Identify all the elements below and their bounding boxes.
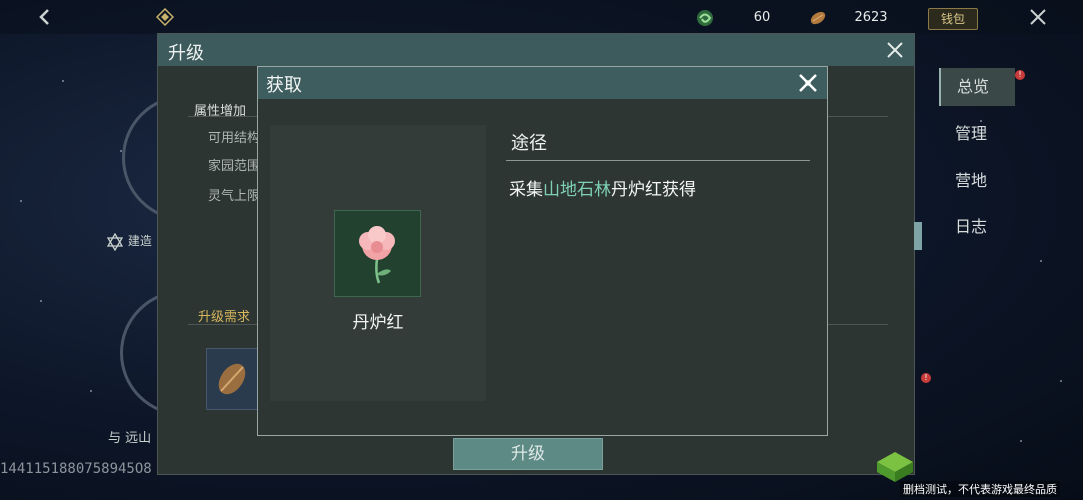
seed-icon <box>218 363 246 395</box>
side-nav-label: 日志 <box>955 217 988 236</box>
requirement-item-slot[interactable] <box>206 348 258 410</box>
star <box>62 80 64 82</box>
location-caption: 与 远山 <box>108 431 152 446</box>
item-name: 丹炉红 <box>352 313 404 333</box>
star <box>40 300 42 302</box>
star <box>90 390 92 392</box>
side-nav-log[interactable]: 日志 <box>939 208 1015 246</box>
chevron-left-icon <box>39 9 49 25</box>
upgrade-requirements-title: 升级需求 <box>198 310 251 325</box>
obtain-close-button[interactable] <box>796 71 820 95</box>
attribute-item: 可用结构 <box>208 131 261 146</box>
upgrade-close-button[interactable] <box>884 39 906 61</box>
item-preview-panel: 丹炉红 <box>270 125 486 401</box>
route-suffix: 丹炉红获得 <box>611 180 696 200</box>
diamond-icon[interactable] <box>155 7 175 27</box>
side-nav-manage[interactable]: 管理 <box>939 115 1015 153</box>
obtain-modal: 获取 丹炉红 途径 采集山地石林丹炉红获得 <box>257 66 828 436</box>
star <box>1020 440 1022 442</box>
attribute-item: 灵气上限 <box>208 189 261 204</box>
side-nav-label: 营地 <box>955 171 988 190</box>
side-nav-overview[interactable]: 总览 <box>939 68 1015 106</box>
side-nav-camp[interactable]: 营地 <box>939 162 1015 200</box>
close-icon <box>887 42 903 58</box>
watermark-text: 删档测试，不代表游戏最终品质 <box>900 481 1060 497</box>
route-title: 途径 <box>511 133 547 154</box>
obtain-modal-header: 获取 <box>258 67 827 99</box>
notification-badge: ! <box>1015 70 1025 80</box>
notification-badge: ! <box>921 373 931 383</box>
attribute-item: 家园范围 <box>208 159 261 174</box>
route-location-link[interactable]: 山地石林 <box>543 180 611 200</box>
divider <box>506 160 810 161</box>
flower-icon <box>359 226 395 284</box>
star <box>20 200 22 202</box>
route-prefix: 采集 <box>509 180 543 200</box>
build-shortcut[interactable]: 建造 <box>106 232 152 251</box>
item-icon <box>334 210 421 297</box>
seed-icon <box>810 11 826 25</box>
side-nav: 总览 ! 管理 营地 日志 <box>939 62 1025 452</box>
resource-currency: 2623 <box>808 8 918 28</box>
resource-currency-value: 2623 <box>854 10 888 25</box>
close-icon <box>799 74 817 92</box>
star <box>1060 380 1062 382</box>
side-nav-label: 总览 <box>957 77 990 96</box>
top-bar: 60 2623 钱包 <box>0 0 1083 34</box>
obtain-modal-title: 获取 <box>266 75 302 96</box>
upgrade-panel-header: 升级 <box>158 34 914 66</box>
hexagram-icon <box>106 232 124 251</box>
upgrade-button[interactable]: 升级 <box>453 438 603 470</box>
back-button[interactable] <box>34 6 56 28</box>
side-nav-label: 管理 <box>955 124 988 143</box>
close-main-button[interactable] <box>1027 6 1049 28</box>
close-icon <box>1030 9 1046 25</box>
wallet-button[interactable]: 钱包 <box>928 8 978 30</box>
resource-spirit: 60 <box>695 8 805 28</box>
build-label: 建造 <box>127 234 152 248</box>
route-description: 采集山地石林丹炉红获得 <box>509 175 696 200</box>
resource-spirit-value: 60 <box>753 10 771 25</box>
star <box>1040 260 1042 262</box>
upgrade-panel-title: 升级 <box>168 43 204 64</box>
user-id: 1441151880758945O8 <box>0 461 152 477</box>
spirit-swirl-icon <box>697 10 713 26</box>
watermark-logo-icon <box>873 448 917 484</box>
scrollbar-handle[interactable] <box>914 222 922 250</box>
